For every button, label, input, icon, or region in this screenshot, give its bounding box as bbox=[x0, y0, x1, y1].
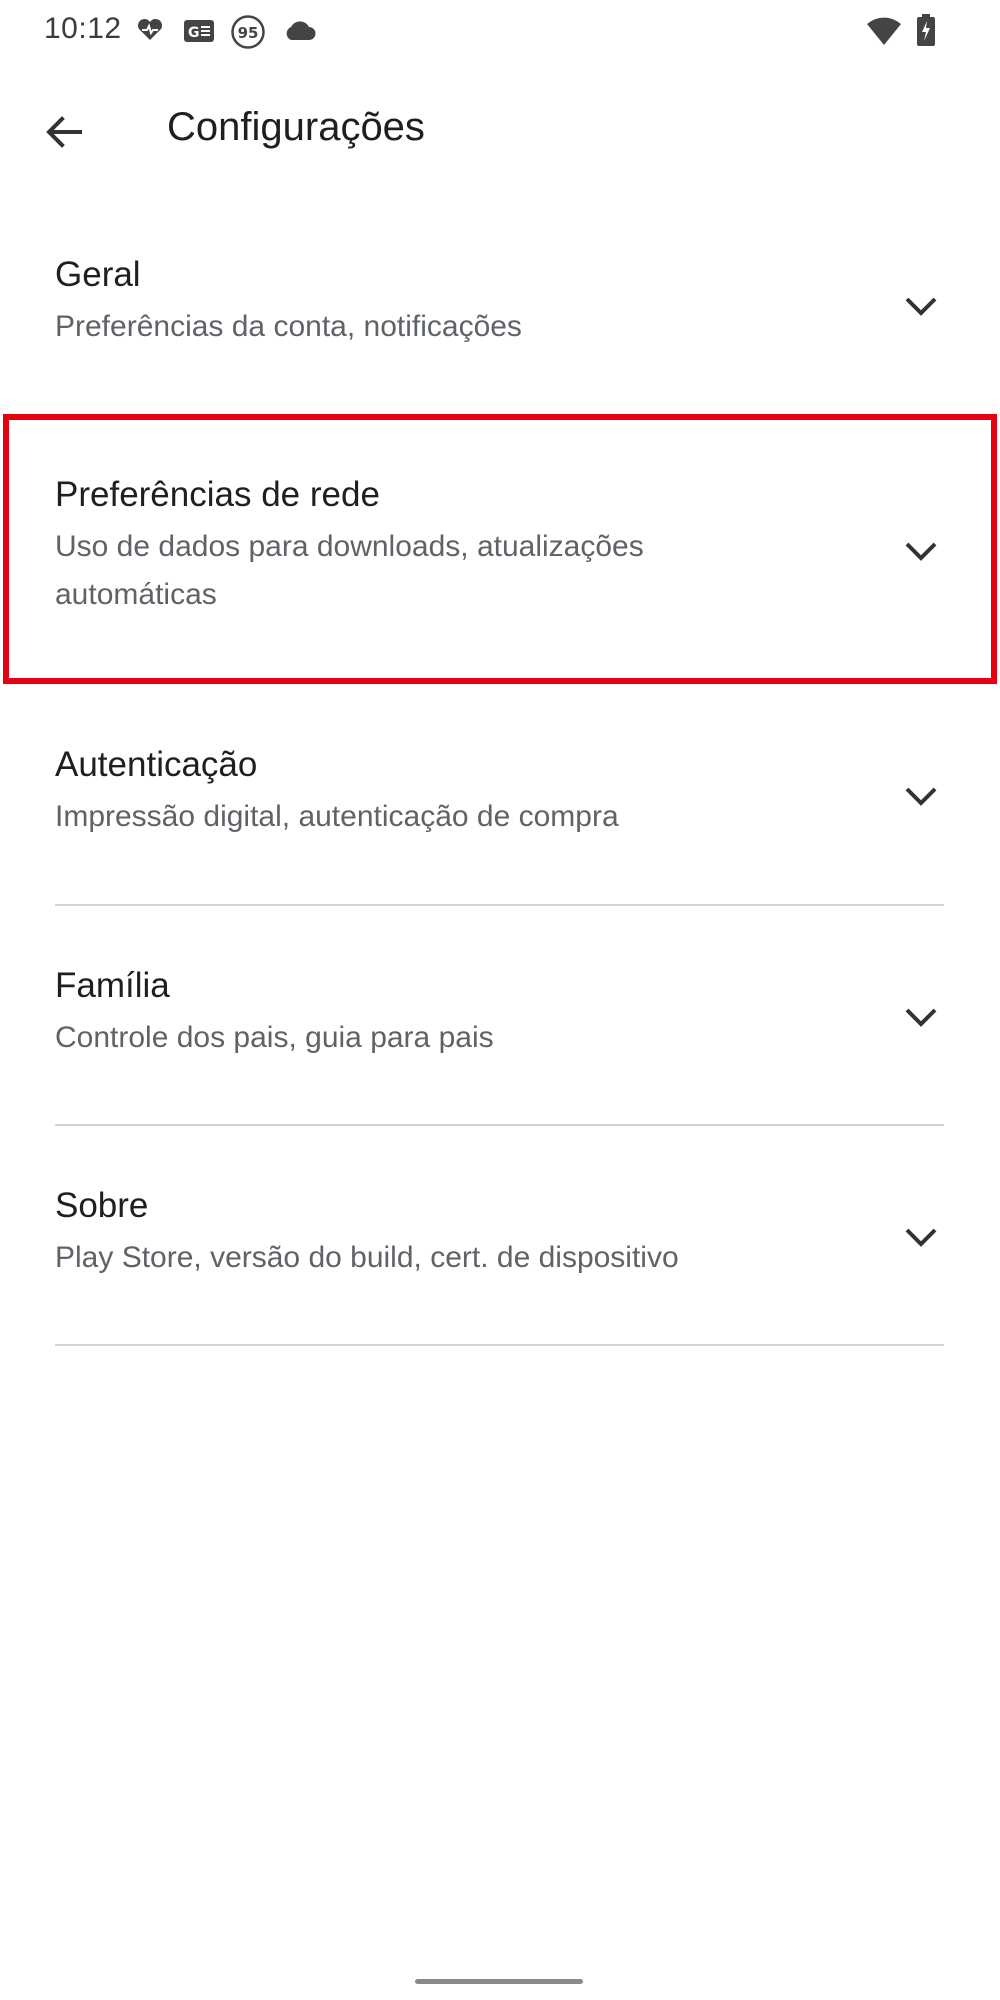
settings-item-title: Preferências de rede bbox=[55, 475, 380, 514]
divider bbox=[55, 904, 944, 906]
settings-item-title: Autenticação bbox=[55, 745, 258, 784]
settings-item-text: Família Controle dos pais, guia para pai… bbox=[55, 964, 855, 1062]
settings-item-family[interactable]: Família Controle dos pais, guia para pai… bbox=[0, 961, 1000, 1081]
svg-text:G: G bbox=[188, 25, 200, 41]
settings-item-title: Geral bbox=[55, 255, 141, 294]
settings-item-subtitle: Controle dos pais, guia para pais bbox=[55, 1021, 494, 1054]
battery-charging-icon bbox=[916, 14, 936, 46]
settings-item-text: Preferências de rede Uso de dados para d… bbox=[55, 473, 775, 619]
chevron-down-icon[interactable] bbox=[900, 530, 942, 572]
settings-item-subtitle: Play Store, versão do build, cert. de di… bbox=[55, 1241, 679, 1274]
status-time: 10:12 bbox=[44, 12, 122, 45]
divider bbox=[55, 1124, 944, 1126]
status-bar: 10:12 G 95 bbox=[0, 0, 1000, 64]
page-title: Configurações bbox=[167, 105, 425, 149]
settings-item-text: Sobre Play Store, versão do build, cert.… bbox=[55, 1184, 855, 1282]
chevron-down-icon[interactable] bbox=[900, 285, 942, 327]
settings-item-title: Família bbox=[55, 966, 170, 1005]
circle-95-icon: 95 bbox=[230, 14, 266, 50]
settings-item-subtitle: Uso de dados para downloads, atualizaçõe… bbox=[55, 530, 644, 611]
app-bar: Configurações bbox=[0, 80, 1000, 180]
gesture-nav-handle[interactable] bbox=[415, 1979, 583, 1984]
settings-item-about[interactable]: Sobre Play Store, versão do build, cert.… bbox=[0, 1181, 1000, 1301]
wifi-icon bbox=[866, 16, 902, 46]
chevron-down-icon[interactable] bbox=[900, 1216, 942, 1258]
divider bbox=[55, 1344, 944, 1346]
settings-screen: 10:12 G 95 Configurações Geral Preferênc… bbox=[0, 0, 1000, 2000]
arrow-back-icon bbox=[46, 116, 82, 148]
back-button[interactable] bbox=[30, 98, 98, 166]
heart-pulse-icon bbox=[137, 18, 163, 42]
settings-item-general[interactable]: Geral Preferências da conta, notificaçõe… bbox=[0, 250, 1000, 370]
cloud-icon bbox=[283, 19, 317, 41]
chevron-down-icon[interactable] bbox=[900, 996, 942, 1038]
settings-item-title: Sobre bbox=[55, 1186, 149, 1225]
circle-95-label: 95 bbox=[238, 24, 259, 42]
settings-item-authentication[interactable]: Autenticação Impressão digital, autentic… bbox=[0, 740, 1000, 860]
settings-item-text: Autenticação Impressão digital, autentic… bbox=[55, 743, 855, 841]
settings-item-network-preferences[interactable]: Preferências de rede Uso de dados para d… bbox=[0, 470, 1000, 640]
settings-item-subtitle: Preferências da conta, notificações bbox=[55, 310, 522, 343]
settings-item-subtitle: Impressão digital, autenticação de compr… bbox=[55, 800, 619, 833]
chevron-down-icon[interactable] bbox=[900, 775, 942, 817]
settings-item-text: Geral Preferências da conta, notificaçõe… bbox=[55, 253, 855, 351]
news-card-icon: G bbox=[183, 18, 215, 44]
